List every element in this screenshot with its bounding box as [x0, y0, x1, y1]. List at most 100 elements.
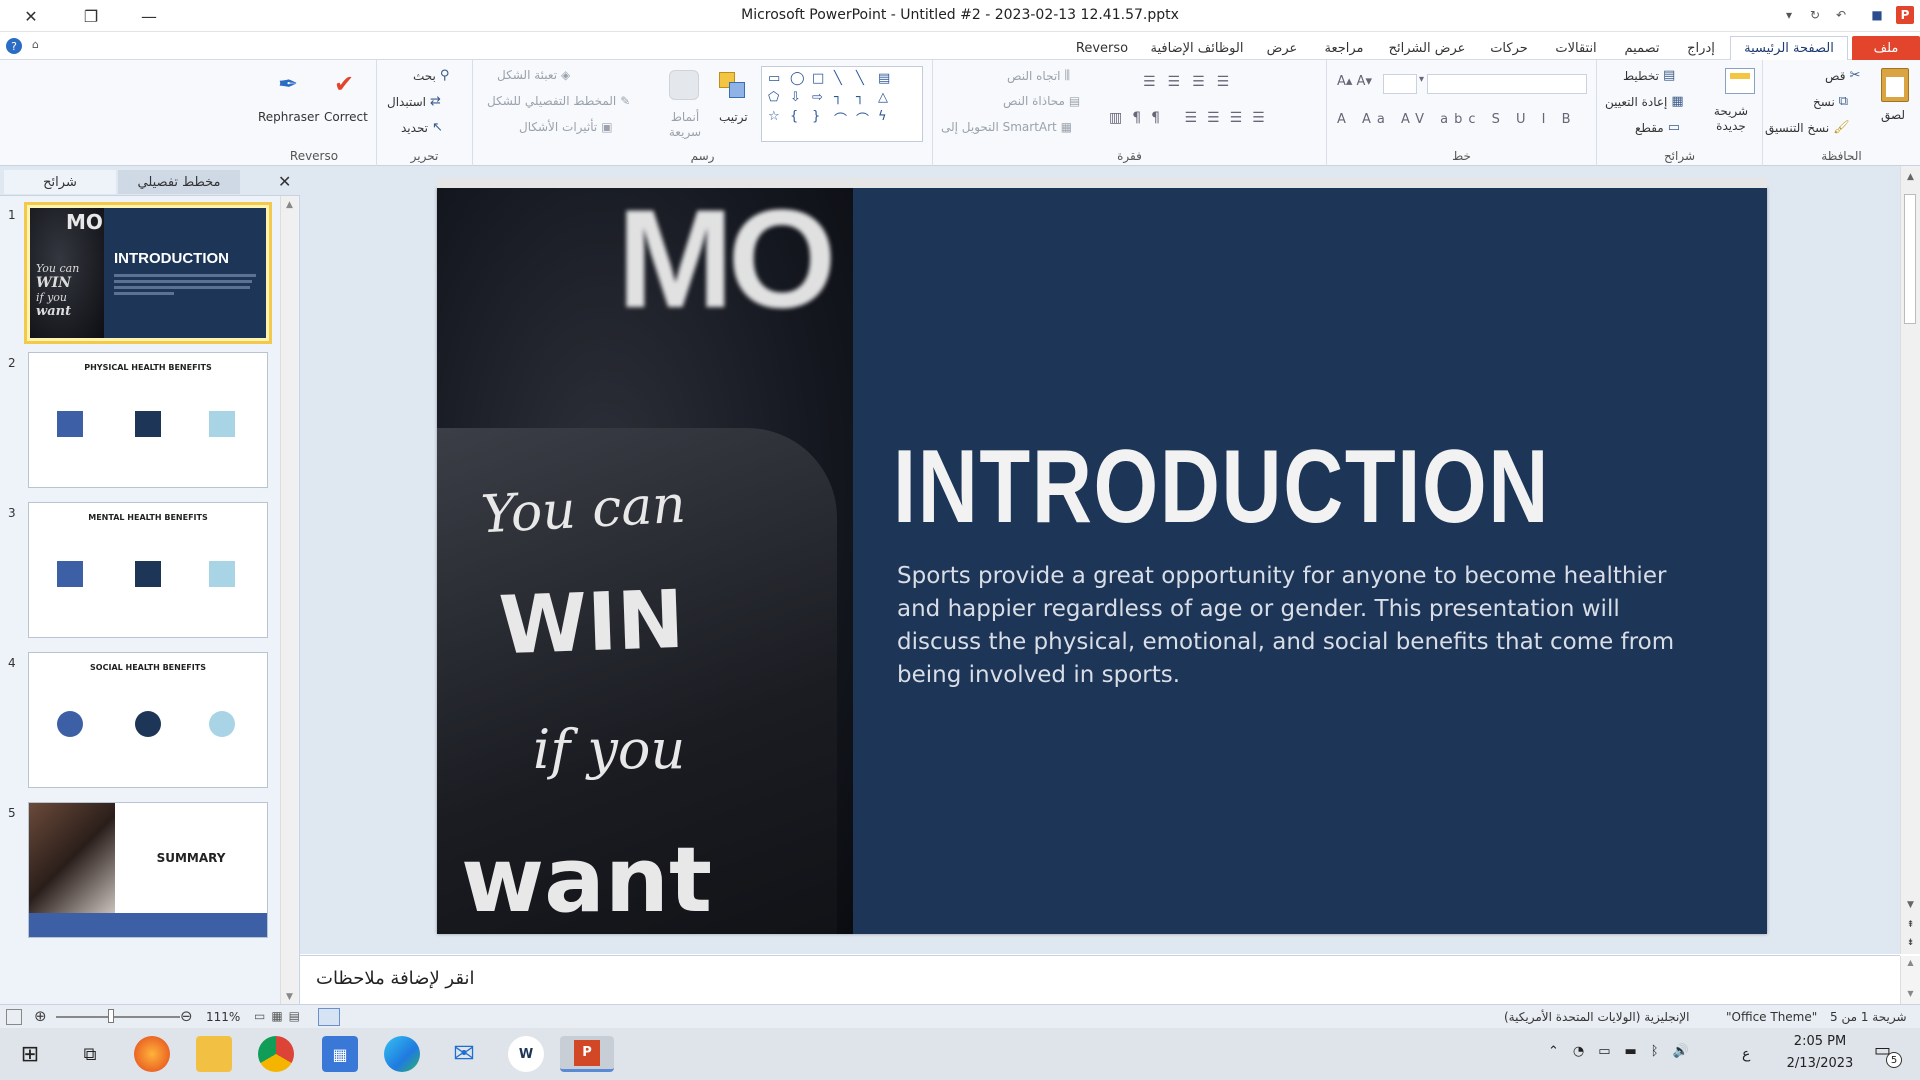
grow-font-icon[interactable]: A▴ A▾ [1337, 74, 1372, 89]
tab-animations[interactable]: حركات [1484, 36, 1534, 60]
star-shape-icon[interactable]: ☆ [768, 109, 788, 128]
oval-shape-icon[interactable]: ◯ [790, 71, 810, 86]
panel-scrollbar[interactable]: ▲ ▼ [280, 196, 298, 1004]
align-buttons[interactable]: ▥¶¶ ☰☰☰☰ [1109, 110, 1275, 126]
zoom-slider-thumb[interactable] [108, 1009, 114, 1023]
tab-design[interactable]: تصميم [1618, 36, 1666, 60]
undo-icon[interactable]: ↶ [1832, 6, 1850, 24]
zoom-level[interactable]: 111% [206, 1010, 240, 1024]
connector-shape-icon[interactable]: ┐ [834, 90, 854, 105]
notes-scrollbar[interactable]: ▲ ▼ [1900, 956, 1920, 1005]
brace2-shape-icon[interactable]: } [812, 109, 832, 128]
zoom-out-icon[interactable]: ⊖ [180, 1007, 193, 1025]
right-arrow-shape-icon[interactable]: ⇨ [812, 90, 832, 105]
new-slide-button[interactable]: شريحة جديدة [1705, 104, 1757, 134]
correct-button[interactable]: Correct [324, 110, 368, 124]
next-slide-icon[interactable]: ⇟ [1901, 938, 1920, 948]
save-icon[interactable]: ■ [1868, 6, 1886, 24]
format-painter-button[interactable]: نسخ التنسيق 🖌 [1765, 120, 1850, 135]
clock-time[interactable]: 2:05 PM [1782, 1034, 1858, 1049]
slide-title[interactable]: INTRODUCTION [893, 428, 1550, 547]
language-status[interactable]: الإنجليزية (الولايات المتحدة الأمريكية) [1504, 1010, 1690, 1024]
chrome-icon[interactable] [258, 1036, 294, 1072]
tab-outline[interactable]: مخطط تفصيلي [118, 170, 240, 194]
input-language[interactable]: ع [1742, 1046, 1750, 1062]
tab-home[interactable]: الصفحة الرئيسية [1730, 36, 1848, 60]
firefox-icon[interactable] [134, 1036, 170, 1072]
arc2-shape-icon[interactable]: ⌒ [856, 109, 876, 128]
editor-scrollbar[interactable]: ▲ ▼ ⇞ ⇟ [1900, 166, 1920, 954]
tab-slides[interactable]: شرائح [4, 170, 116, 194]
powerpoint-taskbar-button[interactable]: P [560, 1036, 614, 1072]
prev-slide-icon[interactable]: ⇞ [1901, 920, 1920, 930]
rect2-shape-icon[interactable]: □ [812, 71, 832, 86]
line2-shape-icon[interactable]: ╲ [856, 71, 876, 86]
triangle-shape-icon[interactable]: △ [878, 90, 898, 105]
tab-slideshow[interactable]: عرض الشرائح [1386, 36, 1468, 60]
shapes-gallery[interactable]: ▭ ◯ □ ╲ ╲ ▤ ⬠ ⇩ ⇨ ┐ ┐ △ ☆{} ⌒ ⌒ ϟ [761, 66, 923, 142]
tab-review[interactable]: مراجعة [1318, 36, 1370, 60]
help-icon[interactable]: ? [6, 38, 22, 54]
close-panel-icon[interactable]: ✕ [278, 172, 291, 191]
start-windows-icon[interactable]: ⊞ [12, 1036, 48, 1072]
slide-thumbnail-5[interactable]: SUMMARY [28, 802, 268, 938]
align-text-button[interactable]: محاذاة النص ▤ [1003, 94, 1080, 108]
notes-pane[interactable]: انقر لإضافة ملاحظات ▲ ▼ [300, 955, 1920, 1005]
slide-body-text[interactable]: Sports provide a great opportunity for a… [897, 560, 1707, 692]
line-shape-icon[interactable]: ╲ [834, 71, 854, 86]
brace-shape-icon[interactable]: { [790, 109, 810, 128]
list-buttons[interactable]: ☰☰☰☰ [1143, 74, 1241, 90]
slide-thumbnail-4[interactable]: SOCIAL HEALTH BENEFITS [28, 652, 268, 788]
slide-photo[interactable]: MO You can WIN if you want [437, 188, 853, 934]
store-icon[interactable]: ▦ [322, 1036, 358, 1072]
clock-date[interactable]: 2/13/2023 [1774, 1056, 1866, 1071]
slide-thumbnail-2[interactable]: PHYSICAL HEALTH BENEFITS [28, 352, 268, 488]
shape-outline-button[interactable]: المخطط التفصيلي للشكل ✎ [487, 94, 630, 108]
rephraser-button[interactable]: Rephraser [258, 110, 319, 124]
lightning-shape-icon[interactable]: ϟ [878, 109, 898, 128]
shape-effects-button[interactable]: تأثيرات الأشكال ▣ [519, 120, 613, 134]
paste-button[interactable]: لصق [1881, 108, 1905, 122]
slide-canvas[interactable]: MO You can WIN if you want INTRODUCTION … [437, 178, 1767, 934]
tab-file[interactable]: ملف [1852, 36, 1920, 60]
arc-shape-icon[interactable]: ⌒ [834, 109, 854, 128]
edge-icon[interactable] [384, 1036, 420, 1072]
section-button[interactable]: مقطع ▭ [1635, 120, 1680, 135]
customize-qat-icon[interactable]: ▾ [1780, 6, 1798, 24]
layout-button[interactable]: تخطيط ▤ [1623, 68, 1675, 83]
tab-reverso[interactable]: Reverso [1074, 36, 1130, 60]
task-view-icon[interactable]: ⧉ [72, 1036, 108, 1072]
arrange-button[interactable]: ترتيب [719, 110, 748, 124]
tab-insert[interactable]: إدراج [1680, 36, 1722, 60]
zoom-in-icon[interactable]: ⊕ [34, 1007, 47, 1025]
editor-scroll-thumb[interactable] [1904, 194, 1916, 324]
normal-view-icon[interactable] [318, 1008, 340, 1026]
down-arrow-shape-icon[interactable]: ⇩ [790, 90, 810, 105]
app-w-icon[interactable]: W [508, 1036, 544, 1072]
mail-icon[interactable]: ✉ [446, 1036, 482, 1072]
font-format-buttons[interactable]: A Aa AV abc S U I B [1337, 112, 1577, 127]
select-button[interactable]: تحديد ↖ [401, 120, 443, 135]
textbox-shape-icon[interactable]: ▤ [878, 71, 898, 86]
system-tray-icons[interactable]: ⌃◔▭▬ᛒ🔊 [1548, 1044, 1703, 1059]
minimize-ribbon-icon[interactable]: ⌂ [32, 38, 39, 51]
find-button[interactable]: بحث ⚲ [413, 68, 449, 83]
slide-thumbnail-1[interactable]: You can WIN if you want MO INTRODUCTION [24, 202, 272, 344]
view-buttons[interactable]: ▭▦▤ [254, 1009, 306, 1023]
pentagon-shape-icon[interactable]: ⬠ [768, 90, 788, 105]
reset-button[interactable]: إعادة التعيين ▦ [1605, 94, 1684, 109]
text-direction-button[interactable]: اتجاه النص ⫼ [1007, 68, 1070, 83]
file-explorer-icon[interactable] [196, 1036, 232, 1072]
tab-addins[interactable]: الوظائف الإضافية [1146, 36, 1248, 60]
font-size-box[interactable] [1383, 74, 1417, 94]
cut-button[interactable]: قص ✂ [1825, 68, 1860, 83]
font-name-dropdown-icon[interactable]: ▾ [1419, 74, 1424, 85]
fit-window-icon[interactable] [6, 1009, 22, 1025]
redo-icon[interactable]: ↻ [1806, 6, 1824, 24]
tab-view[interactable]: عرض [1262, 36, 1302, 60]
rect-shape-icon[interactable]: ▭ [768, 71, 788, 86]
slide-thumbnail-3[interactable]: MENTAL HEALTH BENEFITS [28, 502, 268, 638]
quick-styles-button[interactable]: أنماط سريعة [663, 110, 707, 140]
font-name-box[interactable] [1427, 74, 1587, 94]
replace-button[interactable]: استبدال ⇄ [387, 94, 441, 109]
